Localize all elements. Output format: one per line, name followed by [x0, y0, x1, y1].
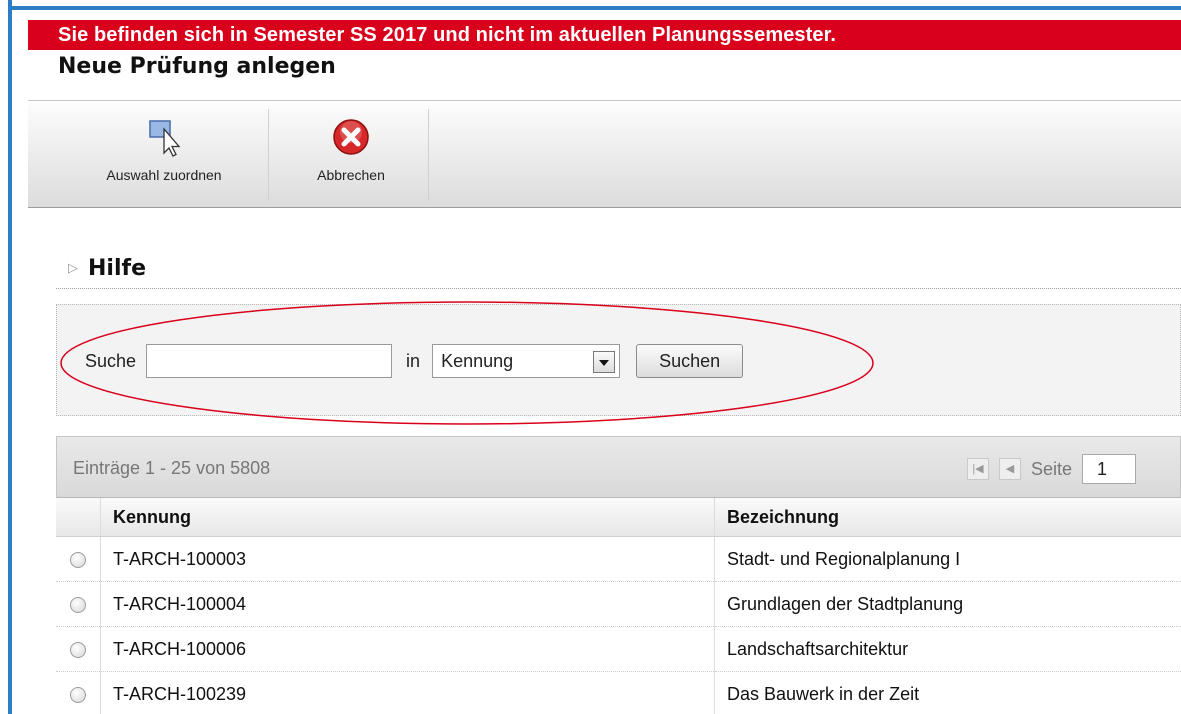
kennung-cell: T-ARCH-100004 [100, 581, 715, 627]
pager: |◀ ◀ Seite 1 [967, 454, 1137, 484]
cursor-select-icon [149, 120, 181, 157]
first-page-icon[interactable]: |◀ [967, 458, 989, 480]
cancel-label: Abbrechen [317, 167, 385, 183]
row-radio[interactable] [70, 686, 86, 703]
row-select-cell [56, 626, 101, 672]
page-title: Neue Prüfung anlegen [58, 54, 336, 79]
search-in-label: in [406, 350, 421, 371]
window-frame-left [0, 0, 12, 714]
help-divider [56, 288, 1181, 289]
column-header-bezeichnung[interactable]: Bezeichnung [714, 498, 1181, 537]
red-x-circle-icon [333, 119, 369, 155]
bezeichnung-cell: Das Bauwerk in der Zeit [714, 671, 1181, 714]
select-column-header [56, 498, 101, 537]
search-field-select[interactable]: Kennung [432, 344, 621, 378]
chevron-down-icon[interactable] [593, 351, 616, 373]
help-toggle[interactable]: ▷ Hilfe [68, 256, 146, 281]
kennung-cell: T-ARCH-100006 [100, 626, 715, 672]
table-header-row: Kennung Bezeichnung [56, 498, 1181, 537]
assign-selection-label: Auswahl zuordnen [106, 167, 222, 183]
row-radio[interactable] [70, 596, 86, 613]
table-row[interactable]: T-ARCH-100004 Grundlagen der Stadtplanun… [56, 581, 1181, 627]
assign-selection-button[interactable]: Auswahl zuordnen [74, 111, 254, 203]
table-row[interactable]: T-ARCH-100003 Stadt- und Regionalplanung… [56, 536, 1181, 582]
search-input[interactable] [146, 344, 393, 378]
row-select-cell [56, 581, 101, 627]
grid-toolbar: Einträge 1 - 25 von 5808 |◀ ◀ Seite 1 [56, 436, 1181, 498]
entries-count: Einträge 1 - 25 von 5808 [73, 458, 271, 478]
page-number-input[interactable]: 1 [1082, 454, 1137, 484]
kennung-cell: T-ARCH-100239 [100, 671, 715, 714]
bezeichnung-cell: Grundlagen der Stadtplanung [714, 581, 1181, 627]
results-grid: Einträge 1 - 25 von 5808 |◀ ◀ Seite 1 Ke… [56, 436, 1181, 714]
cancel-button[interactable]: Abbrechen [290, 111, 412, 203]
previous-page-icon[interactable]: ◀ [999, 458, 1021, 480]
search-field-selected: Kennung [441, 351, 514, 371]
help-label: Hilfe [88, 256, 146, 281]
bezeichnung-cell: Stadt- und Regionalplanung I [714, 536, 1181, 582]
row-radio[interactable] [70, 551, 86, 568]
toolbar-divider [428, 109, 429, 201]
search-panel: Suche in Kennung Suchen [56, 304, 1181, 416]
results-table: Kennung Bezeichnung T-ARCH-100003 Stadt-… [56, 498, 1181, 714]
row-select-cell [56, 536, 101, 582]
row-select-cell [56, 671, 101, 714]
toolbar-divider [268, 109, 269, 201]
kennung-cell: T-ARCH-100003 [100, 536, 715, 582]
row-radio[interactable] [70, 641, 86, 658]
expand-triangle-icon: ▷ [68, 261, 78, 276]
column-header-kennung[interactable]: Kennung [100, 498, 715, 537]
search-row: Suche in Kennung Suchen [85, 343, 744, 379]
toolbar: Auswahl zuordnen Abbrechen [28, 100, 1181, 208]
table-row[interactable]: T-ARCH-100006 Landschaftsarchitektur [56, 626, 1181, 672]
page-label: Seite [1031, 458, 1073, 479]
semester-warning-banner: Sie befinden sich in Semester SS 2017 un… [28, 20, 1181, 50]
table-row[interactable]: T-ARCH-100239 Das Bauwerk in der Zeit [56, 671, 1181, 714]
window-frame-top [0, 0, 1181, 12]
search-label: Suche [85, 350, 137, 371]
bezeichnung-cell: Landschaftsarchitektur [714, 626, 1181, 672]
search-button[interactable]: Suchen [636, 344, 744, 378]
